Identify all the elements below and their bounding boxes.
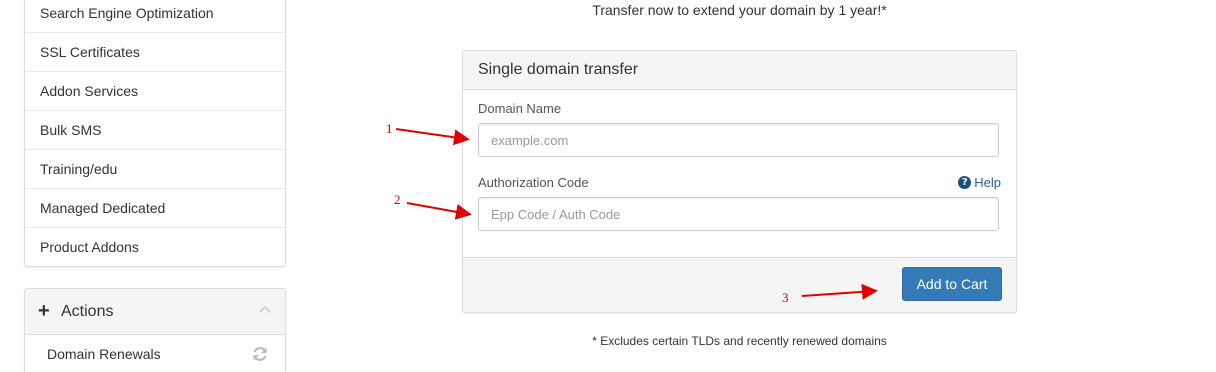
sidebar-item-bulk-sms[interactable]: Bulk SMS: [25, 111, 285, 150]
auth-code-input[interactable]: [478, 197, 999, 231]
actions-panel: + Actions Domain Renewals: [24, 288, 286, 372]
refresh-icon: [253, 347, 267, 361]
sidebar-item-managed-dedicated[interactable]: Managed Dedicated: [25, 189, 285, 228]
panel-title: Single domain transfer: [463, 51, 1016, 90]
sidebar-item-seo[interactable]: Search Engine Optimization: [25, 0, 285, 33]
actions-title: Actions: [61, 303, 114, 320]
domain-name-label: Domain Name: [478, 101, 562, 116]
annotation-arrow-2: [406, 202, 472, 220]
actions-item-label: Domain Renewals: [47, 346, 161, 362]
panel-footer: Add to Cart: [463, 257, 1016, 312]
sidebar-categories: Search Engine Optimization SSL Certifica…: [24, 0, 286, 267]
domain-transfer-panel: Single domain transfer Domain Name Autho…: [462, 50, 1017, 313]
help-label: Help: [974, 175, 1001, 190]
chevron-up-icon[interactable]: [259, 305, 271, 313]
plus-icon: +: [38, 300, 50, 322]
sidebar-item-training-edu[interactable]: Training/edu: [25, 150, 285, 189]
page: Search Engine Optimization SSL Certifica…: [0, 0, 1216, 372]
auth-code-label: Authorization Code: [478, 175, 589, 190]
sidebar-item-product-addons[interactable]: Product Addons: [25, 228, 285, 266]
add-to-cart-button[interactable]: Add to Cart: [902, 267, 1002, 301]
actions-header[interactable]: + Actions: [25, 289, 285, 335]
annotation-label-2: 2: [394, 192, 401, 207]
footnote: * Excludes certain TLDs and recently ren…: [592, 334, 887, 348]
sidebar-item-addon-services[interactable]: Addon Services: [25, 72, 285, 111]
question-circle-icon: ?: [958, 176, 972, 189]
actions-item-domain-renewals[interactable]: Domain Renewals: [25, 335, 285, 372]
annotation-arrow-1: [395, 128, 470, 146]
transfer-headline: Transfer now to extend your domain by 1 …: [592, 2, 887, 18]
annotation-label-3: 3: [782, 290, 789, 305]
help-link[interactable]: ? Help: [958, 175, 1001, 190]
domain-name-input[interactable]: [478, 123, 999, 157]
annotation-label-1: 1: [386, 121, 393, 136]
sidebar-item-ssl-certificates[interactable]: SSL Certificates: [25, 33, 285, 72]
